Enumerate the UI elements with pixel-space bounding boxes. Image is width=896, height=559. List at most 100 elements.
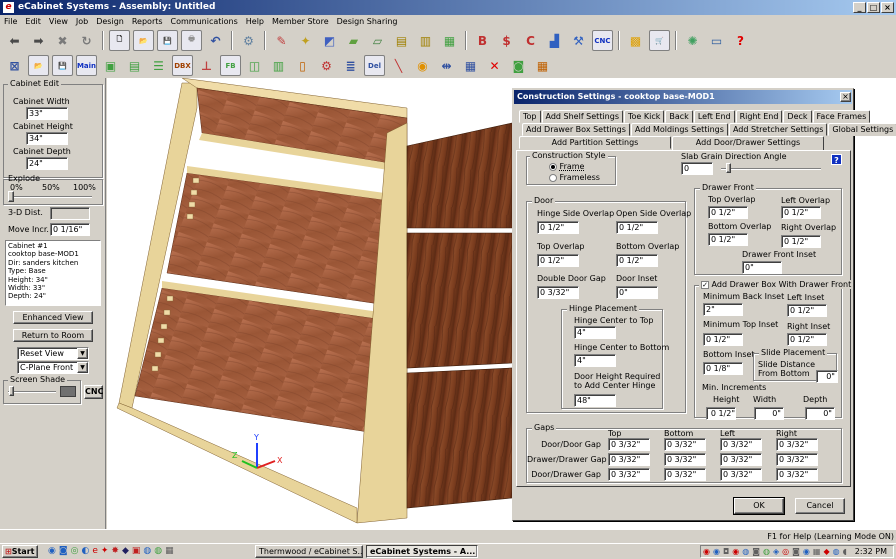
launch-4-icon[interactable]: ◆	[122, 546, 129, 556]
tab-back[interactable]: Back	[665, 110, 693, 123]
launch-3-icon[interactable]: ✸	[111, 546, 119, 556]
stop-icon[interactable]: ✖	[52, 30, 73, 51]
tab-add-moldings-settings[interactable]: Add Moldings Settings	[630, 123, 728, 136]
gap-field[interactable]: 0 3/32"	[664, 453, 706, 466]
box-icon[interactable]: ▣	[100, 55, 121, 76]
report-c-icon[interactable]: C	[520, 30, 541, 51]
hinge-side-overlap-field[interactable]: 0 1/2"	[537, 221, 579, 234]
screen-shade-slider[interactable]	[8, 391, 56, 393]
height-inc-field[interactable]: 0 1/2"	[706, 407, 736, 420]
partition-icon[interactable]: ▥	[268, 55, 289, 76]
left-inset-field[interactable]: 0 1/2"	[787, 304, 827, 317]
tray-2-icon[interactable]: ◉	[713, 546, 720, 557]
desktop-icon[interactable]: ◙	[59, 546, 68, 556]
tray-3-icon[interactable]: ◘	[723, 546, 729, 557]
tray-1-icon[interactable]: ◉	[703, 546, 710, 557]
tab-top[interactable]: Top	[519, 110, 541, 123]
door-bottom-overlap-field[interactable]: 0 1/2"	[616, 254, 658, 267]
catalog-icon[interactable]: ▦	[439, 30, 460, 51]
library-icon[interactable]: ▥	[415, 30, 436, 51]
tray-5-icon[interactable]: ◍	[742, 546, 749, 557]
gear-icon[interactable]: ⚙	[316, 55, 337, 76]
tab-add-partition-settings[interactable]: Add Partition Settings	[519, 136, 671, 149]
speaker-icon[interactable]: ◖	[843, 546, 847, 557]
shade-swatch[interactable]	[60, 386, 76, 397]
open-folder-icon[interactable]: 📂	[28, 55, 49, 76]
delete-item-icon[interactable]: Del	[364, 55, 385, 76]
sheet-icon[interactable]: ▱	[367, 30, 388, 51]
df-inset-field[interactable]: 0"	[742, 261, 782, 274]
drawer-box-checkbox[interactable]: ✓	[701, 281, 709, 289]
drawer-box-caption[interactable]: ✓ Add Drawer Box With Drawer Front	[699, 280, 854, 289]
remove-icon[interactable]: ✕	[484, 55, 505, 76]
main-icon[interactable]: Main	[76, 55, 97, 76]
part-icon[interactable]: ◉	[412, 55, 433, 76]
gap-field[interactable]: 0 3/32"	[664, 468, 706, 481]
maximize-button[interactable]: □	[867, 2, 880, 13]
explode-slider[interactable]	[10, 196, 92, 198]
camera-icon[interactable]: ◙	[508, 55, 529, 76]
shelf-icon[interactable]: ⊥	[196, 55, 217, 76]
door-height-field[interactable]: 48"	[574, 394, 616, 407]
menu-design[interactable]: Design	[96, 15, 124, 28]
return-to-room-button[interactable]: Return to Room	[13, 329, 93, 342]
menu-job[interactable]: Job	[76, 15, 88, 28]
tab-add-drawer-box-settings[interactable]: Add Drawer Box Settings	[522, 123, 630, 136]
double-door-gap-field[interactable]: 0 3/32"	[537, 286, 579, 299]
gap-field[interactable]: 0 3/32"	[608, 438, 650, 451]
report-dollar-icon[interactable]: $	[496, 30, 517, 51]
tray-9-icon[interactable]: ◎	[782, 546, 789, 557]
hinge-center-bottom-field[interactable]: 4"	[574, 354, 616, 367]
help-icon[interactable]: ?	[831, 154, 842, 165]
close-button[interactable]: ×	[881, 2, 894, 13]
min-back-inset-field[interactable]: 2"	[703, 303, 743, 316]
tab-left-end[interactable]: Left End	[693, 110, 735, 123]
open-icon[interactable]: 📂	[133, 30, 154, 51]
hinge-center-top-field[interactable]: 4"	[574, 326, 616, 339]
fb-icon[interactable]: FB	[220, 55, 241, 76]
toe-icon[interactable]: ◫	[244, 55, 265, 76]
cabinet-icon[interactable]: ▤	[391, 30, 412, 51]
open-side-overlap-field[interactable]: 0 1/2"	[616, 221, 658, 234]
frame-radio[interactable]: Frame	[549, 162, 584, 171]
divider-icon[interactable]: ⇹	[436, 55, 457, 76]
cabinet-edit-icon[interactable]: ⊠	[4, 55, 25, 76]
tab-add-stretcher-settings[interactable]: Add Stretcher Settings	[728, 123, 828, 136]
depth-inc-field[interactable]: 0"	[805, 407, 835, 420]
layout-icon[interactable]: ▩	[625, 30, 646, 51]
dbx-icon[interactable]: DBX	[172, 55, 193, 76]
calendar-icon[interactable]: ▦	[532, 55, 553, 76]
tray-4-icon[interactable]: ◉	[732, 546, 739, 557]
bottom-inset-field[interactable]: 0 1/8"	[703, 362, 743, 375]
minimize-button[interactable]: _	[853, 2, 866, 13]
gap-field[interactable]: 0 3/32"	[776, 438, 818, 451]
tray-11-icon[interactable]: ◉	[803, 546, 810, 557]
tray-13-icon[interactable]: ◆	[823, 546, 829, 557]
frameless-radio-dot[interactable]	[549, 173, 557, 182]
width-inc-field[interactable]: 0"	[754, 407, 784, 420]
menu-edit[interactable]: Edit	[25, 15, 41, 28]
launch-2-icon[interactable]: ✦	[101, 546, 109, 556]
slab-grain-field[interactable]: 0	[681, 162, 713, 175]
gap-field[interactable]: 0 3/32"	[720, 438, 762, 451]
menu-reports[interactable]: Reports	[132, 15, 163, 28]
door-inset-field[interactable]: 0"	[616, 286, 658, 299]
gap-field[interactable]: 0 3/32"	[608, 468, 650, 481]
cabinet-depth-field[interactable]: 24"	[26, 157, 68, 170]
df-left-overlap-field[interactable]: 0 1/2"	[781, 206, 821, 219]
3d-dist-field[interactable]	[50, 207, 90, 220]
save-icon[interactable]: 💾	[157, 30, 178, 51]
df-right-overlap-field[interactable]: 0 1/2"	[781, 235, 821, 248]
slab-grain-slider[interactable]	[721, 168, 821, 170]
machine-icon[interactable]: ⚒	[568, 30, 589, 51]
screen-shade-thumb[interactable]	[9, 386, 14, 396]
launch-8-icon[interactable]: ▦	[165, 546, 174, 556]
tab-face-frames[interactable]: Face Frames	[812, 110, 871, 123]
design-icon[interactable]: ✦	[295, 30, 316, 51]
tray-7-icon[interactable]: ◍	[763, 546, 770, 557]
help-icon[interactable]: ?	[730, 30, 751, 51]
slide-distance-field[interactable]: 0"	[816, 370, 838, 383]
frameless-radio[interactable]: Frameless	[549, 173, 600, 182]
back-icon[interactable]: ⬅	[4, 30, 25, 51]
cancel-button[interactable]: Cancel	[795, 498, 845, 514]
